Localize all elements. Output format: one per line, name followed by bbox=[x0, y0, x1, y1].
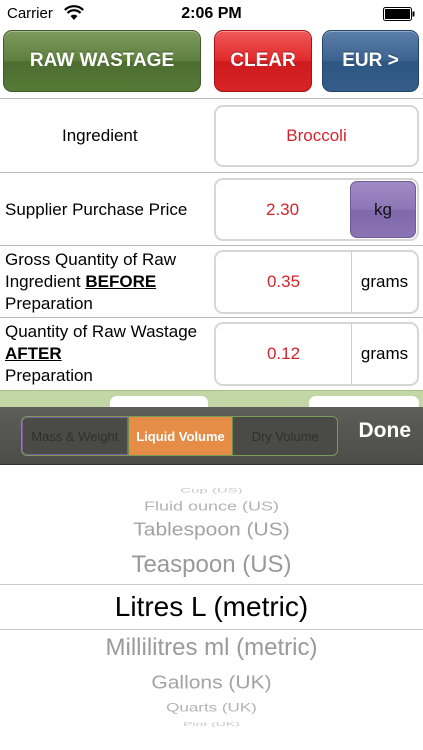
before-emphasis: BEFORE bbox=[85, 272, 157, 291]
wastage-quantity-row: Quantity of Raw Wastage AFTER Preparation… bbox=[0, 317, 423, 390]
status-bar: Carrier 2:06 PM bbox=[0, 0, 423, 28]
gross-quantity-label: Gross Quantity of Raw Ingredient BEFORE P… bbox=[5, 250, 177, 313]
clock: 2:06 PM bbox=[181, 5, 242, 22]
wastage-quantity-label: Quantity of Raw Wastage AFTER Preparation bbox=[5, 322, 198, 385]
ingredient-row: Ingredient Broccoli bbox=[0, 98, 423, 172]
price-unit-button[interactable]: kg bbox=[350, 181, 416, 238]
price-row: Supplier Purchase Price 2.30 kg bbox=[0, 172, 423, 245]
raw-wastage-button[interactable]: RAW WASTAGE bbox=[3, 30, 201, 92]
picker-toolbar: Mass & Weight Liquid Volume Dry Volume D… bbox=[0, 407, 423, 465]
ingredient-label: Ingredient bbox=[62, 126, 138, 145]
picker-selection-bottom-line bbox=[0, 629, 423, 630]
ingredient-field[interactable]: Broccoli bbox=[214, 105, 419, 167]
clear-button[interactable]: CLEAR bbox=[214, 30, 312, 92]
price-value: 2.30 bbox=[265, 199, 300, 219]
wastage-quantity-value: 0.12 bbox=[266, 344, 301, 363]
gross-quantity-unit[interactable]: grams bbox=[351, 252, 417, 312]
picker-option[interactable]: Teaspoon (US) bbox=[0, 551, 423, 579]
wastage-quantity-unit[interactable]: grams bbox=[351, 324, 417, 384]
segment-mass-weight[interactable]: Mass & Weight bbox=[22, 417, 128, 455]
picker-option[interactable]: Millilitres ml (metric) bbox=[0, 634, 423, 662]
after-emphasis: AFTER bbox=[5, 344, 62, 363]
picker-option[interactable]: Cup (US) bbox=[0, 487, 423, 495]
price-label: Supplier Purchase Price bbox=[5, 200, 188, 219]
picker-option[interactable]: Quarts (UK) bbox=[0, 701, 423, 715]
price-field[interactable]: 2.30 kg bbox=[214, 178, 419, 241]
gross-quantity-value: 0.35 bbox=[266, 272, 301, 291]
gross-quantity-field[interactable]: 0.35 grams bbox=[214, 250, 419, 314]
currency-button[interactable]: EUR > bbox=[322, 30, 419, 92]
picker-option[interactable]: Tablespoon (US) bbox=[0, 519, 423, 540]
picker-selected-option[interactable]: Litres L (metric) bbox=[0, 591, 423, 623]
done-button[interactable]: Done bbox=[359, 419, 412, 443]
battery-icon bbox=[383, 7, 415, 21]
wastage-quantity-field[interactable]: 0.12 grams bbox=[214, 322, 419, 386]
unit-type-segmented-control: Mass & Weight Liquid Volume Dry Volume bbox=[21, 416, 338, 456]
segment-liquid-volume[interactable]: Liquid Volume bbox=[127, 417, 233, 455]
picker-selection-top-line bbox=[0, 584, 423, 585]
unit-picker[interactable]: Cup (US) Fluid ounce (US) Tablespoon (US… bbox=[0, 466, 423, 750]
segment-dry-volume[interactable]: Dry Volume bbox=[232, 417, 337, 455]
ingredient-value: Broccoli bbox=[286, 126, 347, 145]
picker-option[interactable]: Fluid ounce (US) bbox=[0, 499, 423, 514]
gross-quantity-row: Gross Quantity of Raw Ingredient BEFORE P… bbox=[0, 245, 423, 317]
picker-option[interactable]: Gallons (UK) bbox=[0, 672, 423, 693]
picker-option[interactable]: Pint (UK) bbox=[0, 721, 423, 727]
